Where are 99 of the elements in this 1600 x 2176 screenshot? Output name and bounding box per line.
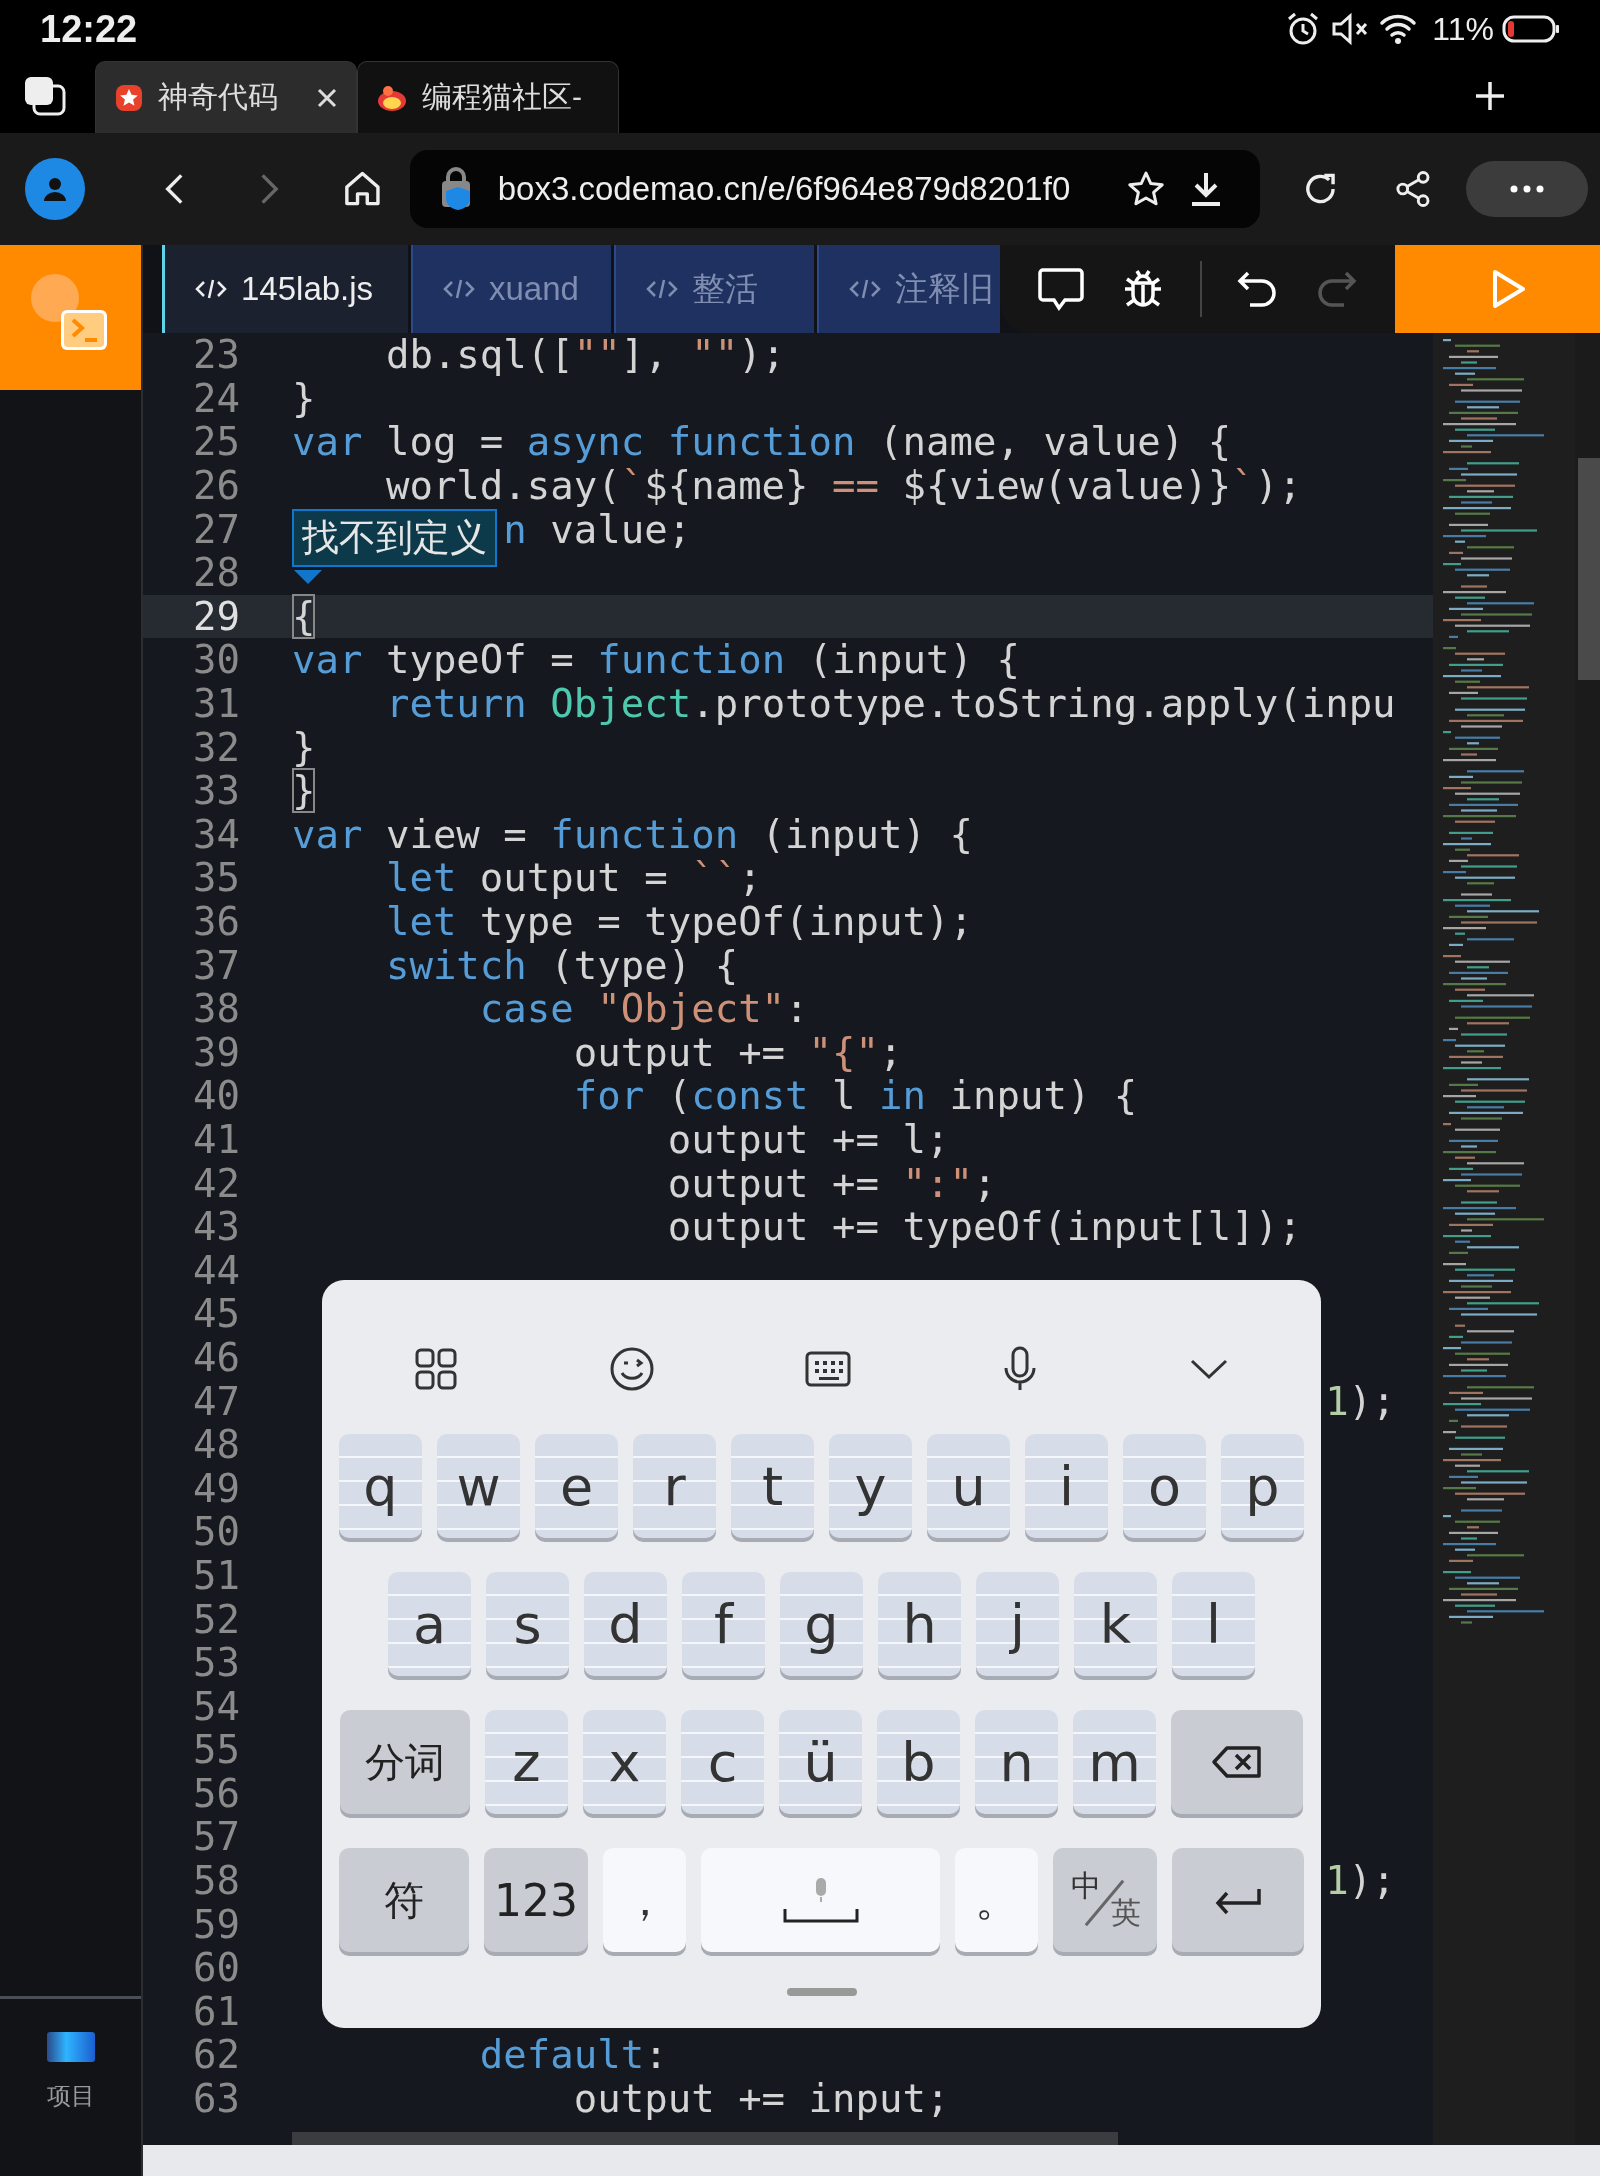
line-number: 62 [192, 2032, 240, 2078]
code-line: world.say(`${name} == ${view(value)}`); [385, 463, 1302, 509]
code-line: let output = ``; [385, 855, 762, 901]
project-label[interactable]: 项目 [46, 2080, 95, 2112]
line-number: 36 [192, 899, 240, 944]
line-number: 26 [192, 463, 240, 509]
code-icon [443, 277, 475, 301]
line-number: 57 [192, 1814, 240, 1860]
code-line: output += l; [667, 1117, 950, 1162]
battery-icon [1502, 14, 1560, 44]
code-line: return Object.prototype.toString.apply(inpu [385, 681, 1396, 727]
code-line: } [292, 724, 316, 770]
code-line: switch (type) { [385, 942, 739, 988]
line-number: 56 [192, 1770, 240, 1816]
clock-time: 12:22 [40, 7, 138, 51]
line-number: 60 [192, 1945, 240, 1991]
drag-handle[interactable] [786, 1988, 857, 1996]
line-number: 61 [192, 1988, 240, 2034]
more-icon [1509, 185, 1544, 193]
line-number: 44 [192, 1247, 240, 1293]
file-tab[interactable]: 145lab.js [162, 245, 408, 333]
code-icon [646, 277, 678, 301]
code-line: { [292, 593, 316, 639]
line-number: 31 [192, 681, 240, 727]
minimap-drawing[interactable] [1433, 333, 1575, 2145]
line-number: 59 [192, 1901, 240, 1947]
line-number: 63 [192, 2076, 240, 2122]
code-line: n value; [503, 506, 692, 552]
chevron-down-icon[interactable] [1188, 1357, 1229, 1381]
line-number: 24 [192, 375, 240, 421]
tooltip-pointer-icon [294, 570, 322, 584]
line-number: 46 [192, 1334, 240, 1380]
line-number: 28 [192, 550, 240, 596]
line-number: 37 [192, 942, 240, 988]
line-number: 33 [192, 768, 240, 814]
line-number: 29 [192, 593, 240, 639]
more-button[interactable] [1465, 161, 1588, 217]
backspace-icon [1211, 1745, 1263, 1779]
code-line: output += typeOf(input[l]); [667, 1204, 1302, 1250]
line-number: 50 [192, 1509, 240, 1555]
line-number: 47 [192, 1378, 240, 1424]
line-number: 32 [192, 724, 240, 770]
tooltip: 找不到定义 [292, 509, 497, 567]
line-number: 49 [192, 1465, 240, 1511]
code-line: case "Object": [479, 986, 809, 1032]
line-number: 43 [192, 1204, 240, 1250]
line-number: 39 [192, 1029, 240, 1075]
code-line: } [292, 375, 316, 421]
line-number: 27 [192, 506, 240, 552]
line-number: 42 [192, 1160, 240, 1206]
line-number: 34 [192, 811, 240, 857]
code-line: output += ":"; [667, 1160, 997, 1206]
new-tab-icon[interactable] [1474, 79, 1506, 112]
file-tab[interactable]: 整活 [614, 245, 814, 333]
line-number: 38 [192, 986, 240, 1032]
address-field[interactable]: box3.codemao.cn/e/6f964e879d8201f0 [409, 150, 1260, 228]
grid-icon[interactable] [414, 1347, 459, 1391]
line-number: 52 [192, 1596, 240, 1642]
code-line: var log = async function (name, value) { [292, 419, 1232, 465]
code-line: 1); [1325, 1858, 1396, 1904]
code-line: db.sql([""], ""); [385, 333, 786, 378]
line-number: 41 [192, 1117, 240, 1162]
file-tab[interactable]: xuand [411, 245, 611, 333]
line-number: 23 [192, 333, 240, 378]
line-number: 35 [192, 855, 240, 901]
emoji-icon[interactable] [608, 1346, 655, 1392]
line-number: 30 [192, 637, 240, 683]
code-line: default: [479, 2032, 668, 2078]
code-line: var typeOf = function (input) { [292, 637, 1020, 683]
close-icon[interactable] [316, 86, 338, 109]
code-line: output += "{"; [573, 1029, 903, 1075]
line-number: 54 [192, 1683, 240, 1729]
battery-percentage: 11% [1432, 10, 1494, 48]
star-badge-icon [114, 82, 144, 113]
project-thumbnail[interactable] [46, 2032, 95, 2062]
line-number: 45 [192, 1291, 240, 1337]
file-tab[interactable]: 注释旧 [817, 245, 1000, 333]
horizontal-scrollbar[interactable] [292, 2132, 1118, 2145]
code-line: let type = typeOf(input); [385, 899, 973, 944]
code-line: var view = function (input) { [292, 811, 973, 857]
code-icon [849, 277, 881, 301]
line-number: 53 [192, 1640, 240, 1686]
browser-tab[interactable]: 神奇代码 [95, 61, 357, 133]
vertical-scrollbar-thumb[interactable] [1578, 458, 1600, 680]
space-icon [782, 1907, 859, 1923]
line-number: 48 [192, 1422, 240, 1468]
keyboard-icon[interactable] [805, 1351, 852, 1387]
code-icon [195, 277, 227, 301]
code-line: for (const l in input) { [573, 1073, 1138, 1119]
code-line: 1); [1325, 1378, 1396, 1424]
line-number: 51 [192, 1552, 240, 1598]
line-number: 25 [192, 419, 240, 465]
line-number: 40 [192, 1073, 240, 1119]
code-line: } [292, 768, 316, 814]
comment-icon[interactable] [1036, 266, 1085, 312]
line-number: 55 [192, 1727, 240, 1773]
code-line: output += input; [573, 2076, 950, 2122]
browser-tab[interactable]: 编程猫社区- [357, 61, 619, 133]
line-number: 58 [192, 1858, 240, 1904]
